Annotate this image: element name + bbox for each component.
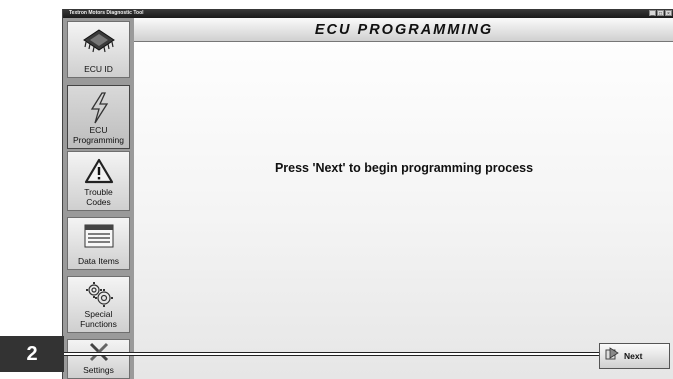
page-title: ECU PROGRAMMING — [314, 21, 494, 38]
lightning-icon — [86, 92, 112, 129]
sidebar-item-label: Data Items — [77, 256, 120, 266]
sidebar: ECU ID ECU Programming Trouble Codes Dat… — [63, 18, 134, 379]
maximize-button[interactable]: □ — [657, 10, 664, 17]
callout-badge: 2 — [0, 336, 64, 372]
callout-leader-line — [64, 352, 599, 356]
arrow-next-icon — [605, 346, 619, 366]
callout-number: 2 — [26, 342, 38, 365]
minimize-button[interactable]: _ — [649, 10, 656, 17]
next-button[interactable]: Next — [599, 343, 670, 369]
data-window-icon — [84, 224, 114, 253]
sidebar-item-special-functions[interactable]: Special Functions — [67, 276, 130, 333]
sidebar-item-ecu-programming[interactable]: ECU Programming — [67, 85, 130, 149]
app-window: Textron Motors Diagnostic Tool _ □ × ECU… — [62, 9, 673, 379]
window-controls: _ □ × — [649, 10, 672, 17]
close-button[interactable]: × — [665, 10, 672, 17]
chip-icon — [82, 28, 116, 61]
sidebar-item-data-items[interactable]: Data Items — [67, 217, 130, 270]
instruction-message: Press 'Next' to begin programming proces… — [274, 161, 534, 175]
sidebar-item-ecu-id[interactable]: ECU ID — [67, 21, 130, 78]
next-button-label: Next — [624, 351, 643, 361]
warning-icon — [84, 158, 114, 189]
page-header: ECU PROGRAMMING — [134, 18, 673, 42]
sidebar-item-label: ECU ID — [84, 64, 113, 74]
window-title: Textron Motors Diagnostic Tool — [69, 10, 144, 16]
gears-icon — [84, 280, 114, 313]
title-bar: Textron Motors Diagnostic Tool _ □ × — [63, 9, 673, 18]
main-panel: ECU PROGRAMMING Press 'Next' to begin pr… — [134, 18, 673, 379]
sidebar-item-settings[interactable]: Settings — [67, 339, 130, 379]
sidebar-item-label: Trouble Codes — [84, 187, 113, 207]
sidebar-item-trouble-codes[interactable]: Trouble Codes — [67, 151, 130, 211]
